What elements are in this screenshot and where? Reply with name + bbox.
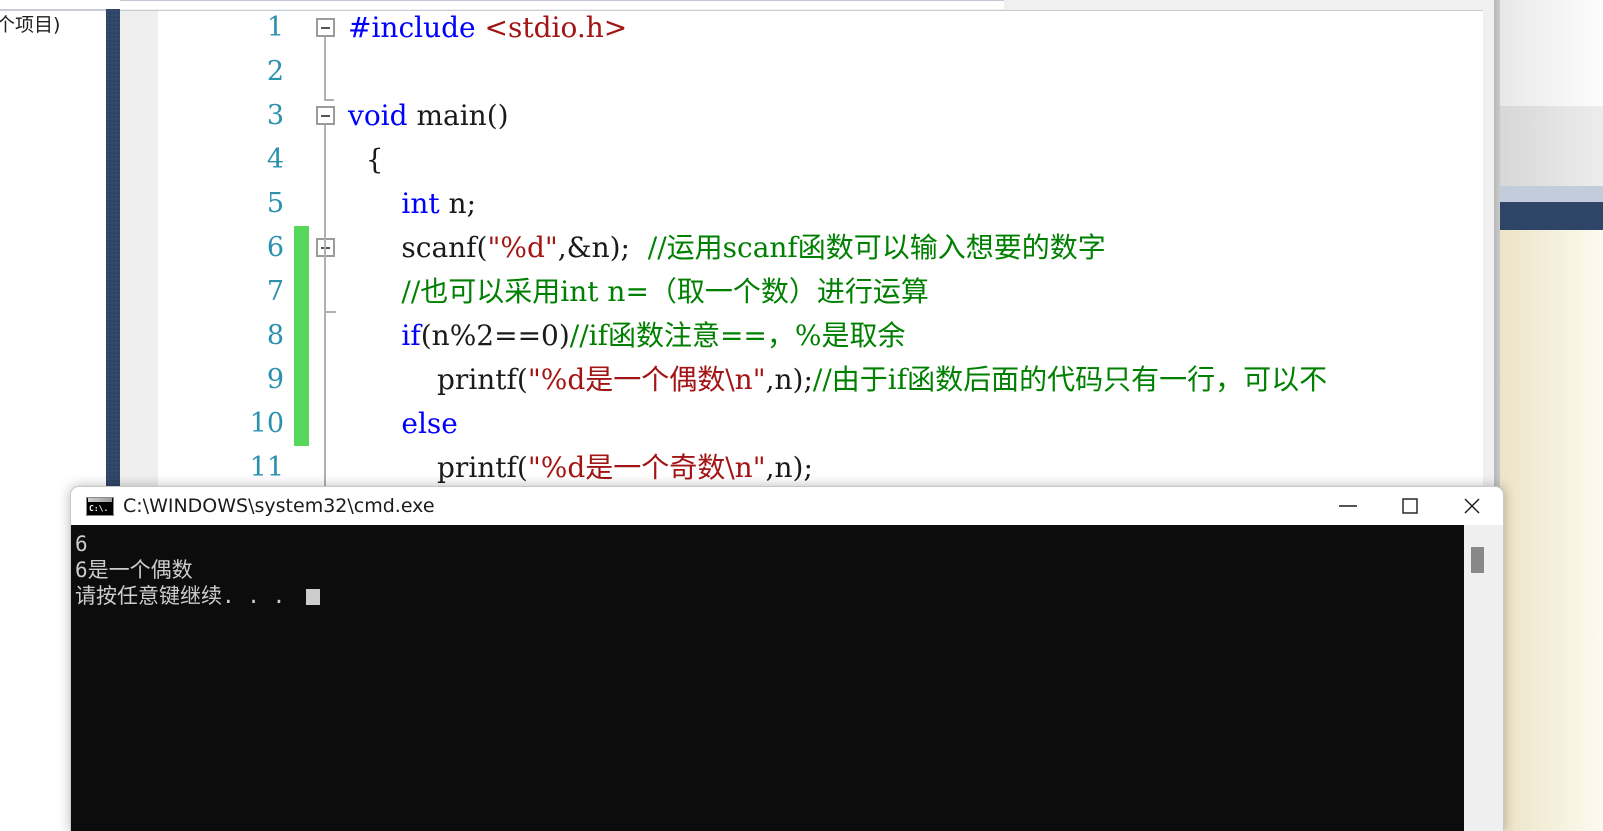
- cmd-body: 6 6是一个偶数 请按任意键继续. . .: [71, 525, 1503, 831]
- console-cursor: [305, 589, 320, 605]
- change-indicator-bar: [294, 314, 309, 358]
- code-line-row[interactable]: 8 if(n%2==0)//if函数注意==，%是取余: [158, 314, 1483, 358]
- code-line-row[interactable]: 7 //也可以采用int n=（取一个数）进行运算: [158, 270, 1483, 314]
- background-strip-navy: [1500, 202, 1603, 230]
- code-token-kw: if: [401, 319, 421, 352]
- cmd-title-text: C:\WINDOWS\system32\cmd.exe: [123, 495, 435, 517]
- line-number: 10: [249, 408, 284, 439]
- code-line-text: printf("%d是一个奇数\n",n);: [348, 446, 813, 490]
- fold-guide-tick: [324, 99, 334, 101]
- cmd-console-output[interactable]: 6 6是一个偶数 请按任意键继续. . .: [71, 525, 1464, 831]
- minimize-button[interactable]: [1317, 487, 1379, 525]
- change-indicator-bar: [294, 402, 309, 446]
- cmd-scrollbar[interactable]: [1464, 525, 1503, 831]
- code-line-row[interactable]: 4 {: [158, 138, 1483, 182]
- line-number: 9: [266, 364, 284, 395]
- code-line-text: if(n%2==0)//if函数注意==，%是取余: [348, 314, 906, 358]
- cmd-window[interactable]: C:\. C:\WINDOWS\system32\cmd.exe 6 6是一个偶…: [70, 486, 1504, 831]
- line-number: 6: [266, 232, 284, 263]
- line-number: 4: [266, 144, 284, 175]
- code-line-row[interactable]: 6 scanf("%d",&n); //运用scanf函数可以输入想要的数字: [158, 226, 1483, 270]
- code-line-row[interactable]: 3 void main(): [158, 94, 1483, 138]
- code-line-row[interactable]: 11 printf("%d是一个奇数\n",n);: [158, 446, 1483, 490]
- code-token-pl: printf(: [348, 451, 528, 484]
- background-strip-light-blue: [1500, 186, 1603, 202]
- code-token-str: "%d是一个奇数\n": [527, 451, 766, 484]
- code-line-text: void main(): [348, 94, 509, 138]
- line-number: 2: [266, 56, 284, 87]
- code-token-pl: ,&n);: [557, 231, 648, 264]
- screen-root: 个项目) 1 #include <stdio.h> 2 3 void main() 4 {…: [0, 0, 1603, 831]
- code-line-row[interactable]: 10 else: [158, 402, 1483, 446]
- line-number: 3: [266, 100, 284, 131]
- code-line-text: printf("%d是一个偶数\n",n);//由于if函数后面的代码只有一行，…: [348, 358, 1327, 402]
- code-token-pl: ,n);: [765, 363, 813, 396]
- code-line-row[interactable]: 2: [158, 50, 1483, 94]
- code-token-pl: {: [348, 143, 384, 176]
- code-token-kw: void: [348, 99, 417, 132]
- background-panel-top: [1500, 0, 1603, 106]
- collapse-toggle-icon[interactable]: [316, 18, 335, 37]
- cmd-scrollbar-thumb[interactable]: [1471, 547, 1484, 573]
- code-line-text: //也可以采用int n=（取一个数）进行运算: [348, 270, 929, 314]
- code-token-pl: scanf(: [348, 231, 488, 264]
- code-token-kw: int: [401, 187, 440, 220]
- code-line-text: {: [348, 138, 384, 182]
- console-line: 6是一个偶数: [75, 558, 193, 582]
- cmd-icon: C:\.: [86, 497, 114, 516]
- code-line-text: int n;: [348, 182, 476, 226]
- cmd-title-bar[interactable]: C:\. C:\WINDOWS\system32\cmd.exe: [71, 487, 1503, 525]
- line-number: 7: [266, 276, 284, 307]
- code-token-kw: else: [401, 407, 458, 440]
- line-number: 8: [266, 320, 284, 351]
- code-line-row[interactable]: 1 #include <stdio.h>: [158, 6, 1483, 50]
- collapse-toggle-icon[interactable]: [316, 106, 335, 125]
- change-indicator-bar: [294, 226, 309, 270]
- fold-guide-tick: [324, 311, 336, 313]
- code-line-text: #include <stdio.h>: [348, 6, 627, 50]
- code-line-text: else: [348, 402, 458, 446]
- cmd-icon-titlebar: [88, 498, 112, 502]
- change-indicator-bar: [294, 358, 309, 402]
- code-line-text: scanf("%d",&n); //运用scanf函数可以输入想要的数字: [348, 226, 1106, 270]
- code-token-pl: printf(: [348, 363, 528, 396]
- line-number: 1: [266, 12, 284, 43]
- code-token-pl: ,n);: [765, 451, 813, 484]
- close-icon: [1464, 498, 1480, 514]
- code-token-pl: (n%2==0): [420, 319, 570, 352]
- code-line-row[interactable]: 9 printf("%d是一个偶数\n",n);//由于if函数后面的代码只有一…: [158, 358, 1483, 402]
- console-line: 请按任意键继续. . .: [75, 583, 1464, 609]
- background-panel-middle: [1500, 106, 1603, 186]
- solution-explorer-caption: 个项目): [0, 14, 61, 36]
- background-strip-cream: [1500, 230, 1603, 831]
- minimize-icon: [1339, 505, 1357, 507]
- line-number: 11: [249, 452, 284, 483]
- code-token-pl: n;: [439, 187, 477, 220]
- code-token-cmt: //运用scanf函数可以输入想要的数字: [647, 231, 1106, 264]
- line-number: 5: [266, 188, 284, 219]
- cmd-icon-prompt-text: C:\.: [89, 504, 109, 513]
- maximize-icon: [1402, 498, 1418, 514]
- code-token-cmt: //也可以采用int n=（取一个数）进行运算: [401, 275, 929, 308]
- maximize-button[interactable]: [1379, 487, 1441, 525]
- code-token-cmt: //由于if函数后面的代码只有一行，可以不: [812, 363, 1328, 396]
- change-indicator-bar: [294, 270, 309, 314]
- console-line: 6: [75, 532, 88, 556]
- close-button[interactable]: [1441, 487, 1503, 525]
- code-token-cmt: //if函数注意==，%是取余: [569, 319, 906, 352]
- code-token-pl: main(): [416, 99, 509, 132]
- code-token-str: "%d": [487, 231, 558, 264]
- fold-guide-line: [324, 37, 326, 99]
- code-token-pp: #include: [348, 11, 485, 44]
- code-token-inc: <stdio.h>: [484, 11, 628, 44]
- code-line-row[interactable]: 5 int n;: [158, 182, 1483, 226]
- code-token-str: "%d是一个偶数\n": [527, 363, 766, 396]
